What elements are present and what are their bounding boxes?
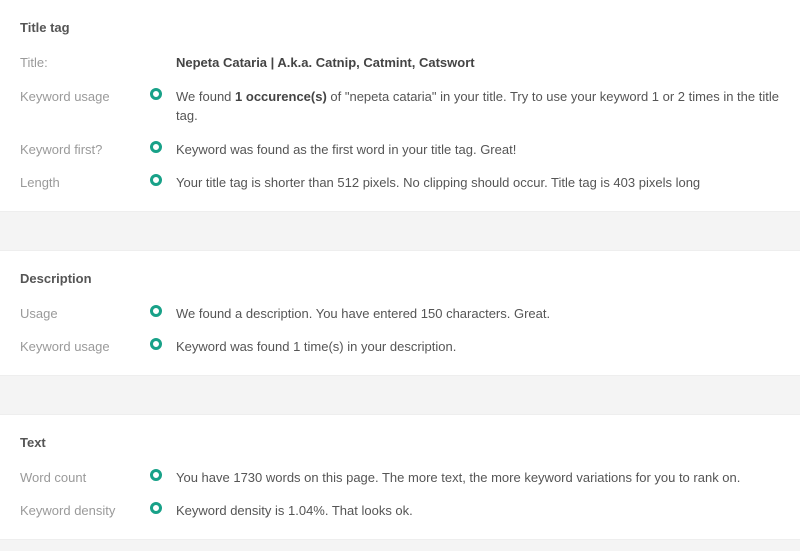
text-before: We found	[176, 89, 235, 104]
label: Keyword first?	[20, 140, 150, 160]
value: We found a description. You have entered…	[176, 304, 780, 324]
icon-slot	[150, 304, 176, 317]
row-keyword-usage: Keyword usage We found 1 occurence(s) of…	[20, 87, 780, 126]
label: Length	[20, 173, 150, 193]
status-ok-icon	[150, 502, 162, 514]
value: Your title tag is shorter than 512 pixel…	[176, 173, 780, 193]
text-bold: 1 occurence(s)	[235, 89, 327, 104]
label: Keyword usage	[20, 337, 150, 357]
section-heading: Description	[20, 271, 780, 286]
status-ok-icon	[150, 141, 162, 153]
section-heading: Text	[20, 435, 780, 450]
label: Usage	[20, 304, 150, 324]
icon-slot	[150, 468, 176, 481]
section-divider	[0, 211, 800, 251]
icon-slot	[150, 87, 176, 100]
section-title-tag: Title tag Title: Nepeta Cataria | A.k.a.…	[0, 0, 800, 211]
status-ok-icon	[150, 338, 162, 350]
section-divider	[0, 539, 800, 551]
status-ok-icon	[150, 88, 162, 100]
section-divider	[0, 375, 800, 415]
row-keyword-density: Keyword density Keyword density is 1.04%…	[20, 501, 780, 521]
row-length: Length Your title tag is shorter than 51…	[20, 173, 780, 193]
value: Keyword was found 1 time(s) in your desc…	[176, 337, 780, 357]
icon-slot	[150, 337, 176, 350]
value: You have 1730 words on this page. The mo…	[176, 468, 780, 488]
value: We found 1 occurence(s) of "nepeta catar…	[176, 87, 780, 126]
status-ok-icon	[150, 469, 162, 481]
row-title: Title: Nepeta Cataria | A.k.a. Catnip, C…	[20, 53, 780, 73]
row-keyword-usage: Keyword usage Keyword was found 1 time(s…	[20, 337, 780, 357]
section-description: Description Usage We found a description…	[0, 251, 800, 375]
section-text: Text Word count You have 1730 words on t…	[0, 415, 800, 539]
icon-slot	[150, 173, 176, 186]
label: Keyword usage	[20, 87, 150, 107]
row-keyword-first: Keyword first? Keyword was found as the …	[20, 140, 780, 160]
row-word-count: Word count You have 1730 words on this p…	[20, 468, 780, 488]
row-usage: Usage We found a description. You have e…	[20, 304, 780, 324]
section-heading: Title tag	[20, 20, 780, 35]
icon-slot	[150, 53, 176, 54]
icon-slot	[150, 140, 176, 153]
value: Keyword was found as the first word in y…	[176, 140, 780, 160]
label: Title:	[20, 53, 150, 73]
label: Word count	[20, 468, 150, 488]
icon-slot	[150, 501, 176, 514]
value: Nepeta Cataria | A.k.a. Catnip, Catmint,…	[176, 53, 780, 73]
value: Keyword density is 1.04%. That looks ok.	[176, 501, 780, 521]
label: Keyword density	[20, 501, 150, 521]
status-ok-icon	[150, 305, 162, 317]
status-ok-icon	[150, 174, 162, 186]
